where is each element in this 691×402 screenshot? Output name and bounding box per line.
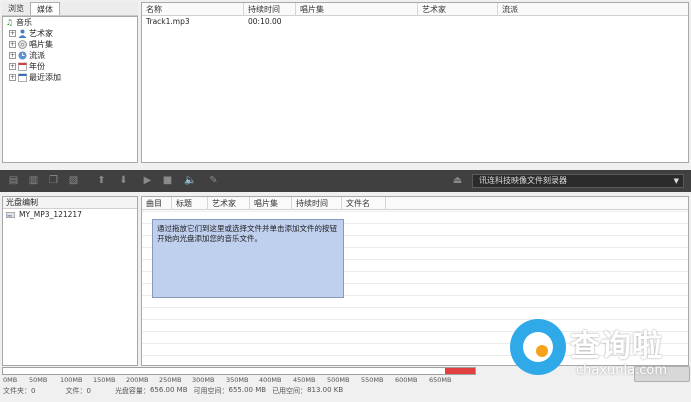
- capacity-tick: 450MB: [293, 376, 316, 384]
- drop-hint: 通过拖放它们到这里或选择文件并单击添加文件的按钮开始向光盘添加您的音乐文件。: [152, 219, 344, 298]
- move-down-icon[interactable]: ⬇: [118, 175, 129, 187]
- play-icon[interactable]: ▶: [142, 175, 153, 187]
- column-header-album[interactable]: 唱片集: [250, 197, 292, 210]
- toolbar: ▤ ▥ ❐ ▧ ⬆ ⬇ ▶ ■ 🔈 ✎ ⏏ 讯连科技映像文件刻录器 ▼: [0, 170, 691, 192]
- status-bar: 文件夹：0 文件：0 光盘容量： 656.00 MB 可用空间： 655.00 …: [0, 386, 500, 397]
- track-duration: 00:10.00: [248, 17, 282, 26]
- calendar-icon: [18, 62, 27, 71]
- status-free-value: 655.00 MB: [228, 386, 267, 394]
- capacity-overflow-marker: [445, 368, 475, 374]
- tree-item-label: 年份: [29, 62, 45, 71]
- edit-icon[interactable]: ✎: [208, 175, 219, 187]
- column-header-duration[interactable]: 持续时间: [244, 3, 296, 16]
- capacity-bar: [2, 367, 476, 375]
- status-used-value: 813.00 KB: [307, 386, 344, 394]
- capacity-scale: 0MB 50MB 100MB 150MB 200MB 250MB 300MB 3…: [0, 376, 480, 385]
- capacity-tick: 400MB: [259, 376, 282, 384]
- capacity-tick: 50MB: [29, 376, 48, 384]
- media-tree: ♫ 音乐 + 艺术家 + 唱片集 + 流派 + 年份 + 最近添加: [2, 16, 138, 163]
- new-compilation-icon[interactable]: ▤: [8, 175, 19, 187]
- capacity-tick: 100MB: [60, 376, 83, 384]
- track-genre: [498, 16, 688, 28]
- column-header-artist[interactable]: 艺术家: [208, 197, 250, 210]
- capacity-tick: 250MB: [159, 376, 182, 384]
- capacity-tick: 150MB: [93, 376, 116, 384]
- table-row[interactable]: Track1.mp3 00:10.00: [142, 16, 688, 28]
- watermark-url: chaxunla.com: [576, 363, 667, 378]
- column-header-album[interactable]: 唱片集: [296, 3, 418, 16]
- tree-item-label: 艺术家: [29, 29, 53, 38]
- capacity-tick: 0MB: [3, 376, 18, 384]
- compilation-list-header: 曲目 标题 艺术家 唱片集 持续时间 文件名: [142, 197, 688, 210]
- tree-item-year[interactable]: + 年份: [3, 61, 137, 72]
- column-header-artist[interactable]: 艺术家: [418, 3, 498, 16]
- chevron-down-icon: ▼: [673, 177, 679, 185]
- track-list: 名称 持续时间 唱片集 艺术家 流派 Track1.mp3 00:10.00: [141, 2, 689, 163]
- column-header-title[interactable]: 标题: [172, 197, 208, 210]
- burner-label: 讯连科技映像文件刻录器: [479, 176, 567, 185]
- genre-icon: [18, 51, 27, 60]
- expand-icon[interactable]: +: [9, 52, 16, 59]
- status-free-label: 可用空间：: [193, 387, 229, 395]
- disc-item[interactable]: MY_MP3_121217: [3, 209, 137, 221]
- disc-panel: 光盘编制 MY_MP3_121217: [2, 196, 138, 366]
- status-files: 文件：0: [65, 387, 91, 395]
- status-disc-capacity-value: 656.00 MB: [149, 386, 188, 394]
- volume-icon[interactable]: 🔈: [184, 175, 196, 187]
- add-file-icon[interactable]: ▥: [28, 175, 39, 187]
- track-artist: [418, 16, 498, 28]
- capacity-tick: 600MB: [395, 376, 418, 384]
- expand-icon[interactable]: +: [9, 30, 16, 37]
- status-disc-capacity-label: 光盘容量：: [114, 387, 150, 395]
- track-album: [296, 16, 418, 28]
- capacity-tick: 300MB: [192, 376, 215, 384]
- column-header-name[interactable]: 名称: [142, 3, 244, 16]
- tree-item-label: 流派: [29, 51, 45, 60]
- burner-select[interactable]: 讯连科技映像文件刻录器 ▼: [472, 174, 684, 188]
- column-header-filename[interactable]: 文件名: [342, 197, 386, 210]
- track-name: Track1.mp3: [146, 17, 190, 26]
- person-icon: [18, 29, 27, 38]
- status-used-label: 已用空间：: [272, 387, 308, 395]
- move-up-icon[interactable]: ⬆: [96, 175, 107, 187]
- capacity-tick: 500MB: [327, 376, 350, 384]
- recent-icon: [18, 73, 27, 82]
- capacity-tick: 350MB: [226, 376, 249, 384]
- tree-item-artist[interactable]: + 艺术家: [3, 28, 137, 39]
- disc-panel-title: 光盘编制: [3, 197, 137, 209]
- watermark-text: 查询啦: [570, 329, 663, 364]
- tree-item-recent[interactable]: + 最近添加: [3, 72, 137, 83]
- music-note-icon: ♫: [5, 18, 14, 27]
- tree-item-label: 唱片集: [29, 40, 53, 49]
- capacity-tick: 650MB: [429, 376, 452, 384]
- disc-item-label: MY_MP3_121217: [19, 210, 82, 219]
- stop-icon[interactable]: ■: [162, 175, 173, 187]
- expand-icon[interactable]: +: [9, 41, 16, 48]
- tree-root-label: 音乐: [16, 18, 32, 27]
- track-list-header: 名称 持续时间 唱片集 艺术家 流派: [142, 3, 688, 16]
- delete-icon[interactable]: ▧: [68, 175, 79, 187]
- source-tabs: 浏览 媒体: [2, 2, 138, 16]
- column-header-duration[interactable]: 持续时间: [292, 197, 342, 210]
- copy-icon[interactable]: ❐: [48, 175, 59, 187]
- tree-item-album[interactable]: + 唱片集: [3, 39, 137, 50]
- column-header-genre[interactable]: 流派: [498, 3, 688, 16]
- capacity-tick: 550MB: [361, 376, 384, 384]
- tree-item-genre[interactable]: + 流派: [3, 50, 137, 61]
- tab-media[interactable]: 媒体: [30, 2, 60, 15]
- capacity-tick: 200MB: [126, 376, 149, 384]
- column-header-track[interactable]: 曲目: [142, 197, 172, 210]
- status-folders: 文件夹：0: [3, 387, 36, 395]
- tree-root-music[interactable]: ♫ 音乐: [3, 17, 137, 28]
- tree-item-label: 最近添加: [29, 73, 61, 82]
- disc-drive-icon: [6, 211, 15, 220]
- tab-browse[interactable]: 浏览: [2, 2, 30, 15]
- expand-icon[interactable]: +: [9, 74, 16, 81]
- watermark: 查询啦 chaxunla.com: [506, 315, 690, 401]
- eject-icon[interactable]: ⏏: [452, 175, 463, 187]
- disc-icon: [18, 40, 27, 49]
- expand-icon[interactable]: +: [9, 63, 16, 70]
- watermark-logo-dot: [536, 345, 548, 357]
